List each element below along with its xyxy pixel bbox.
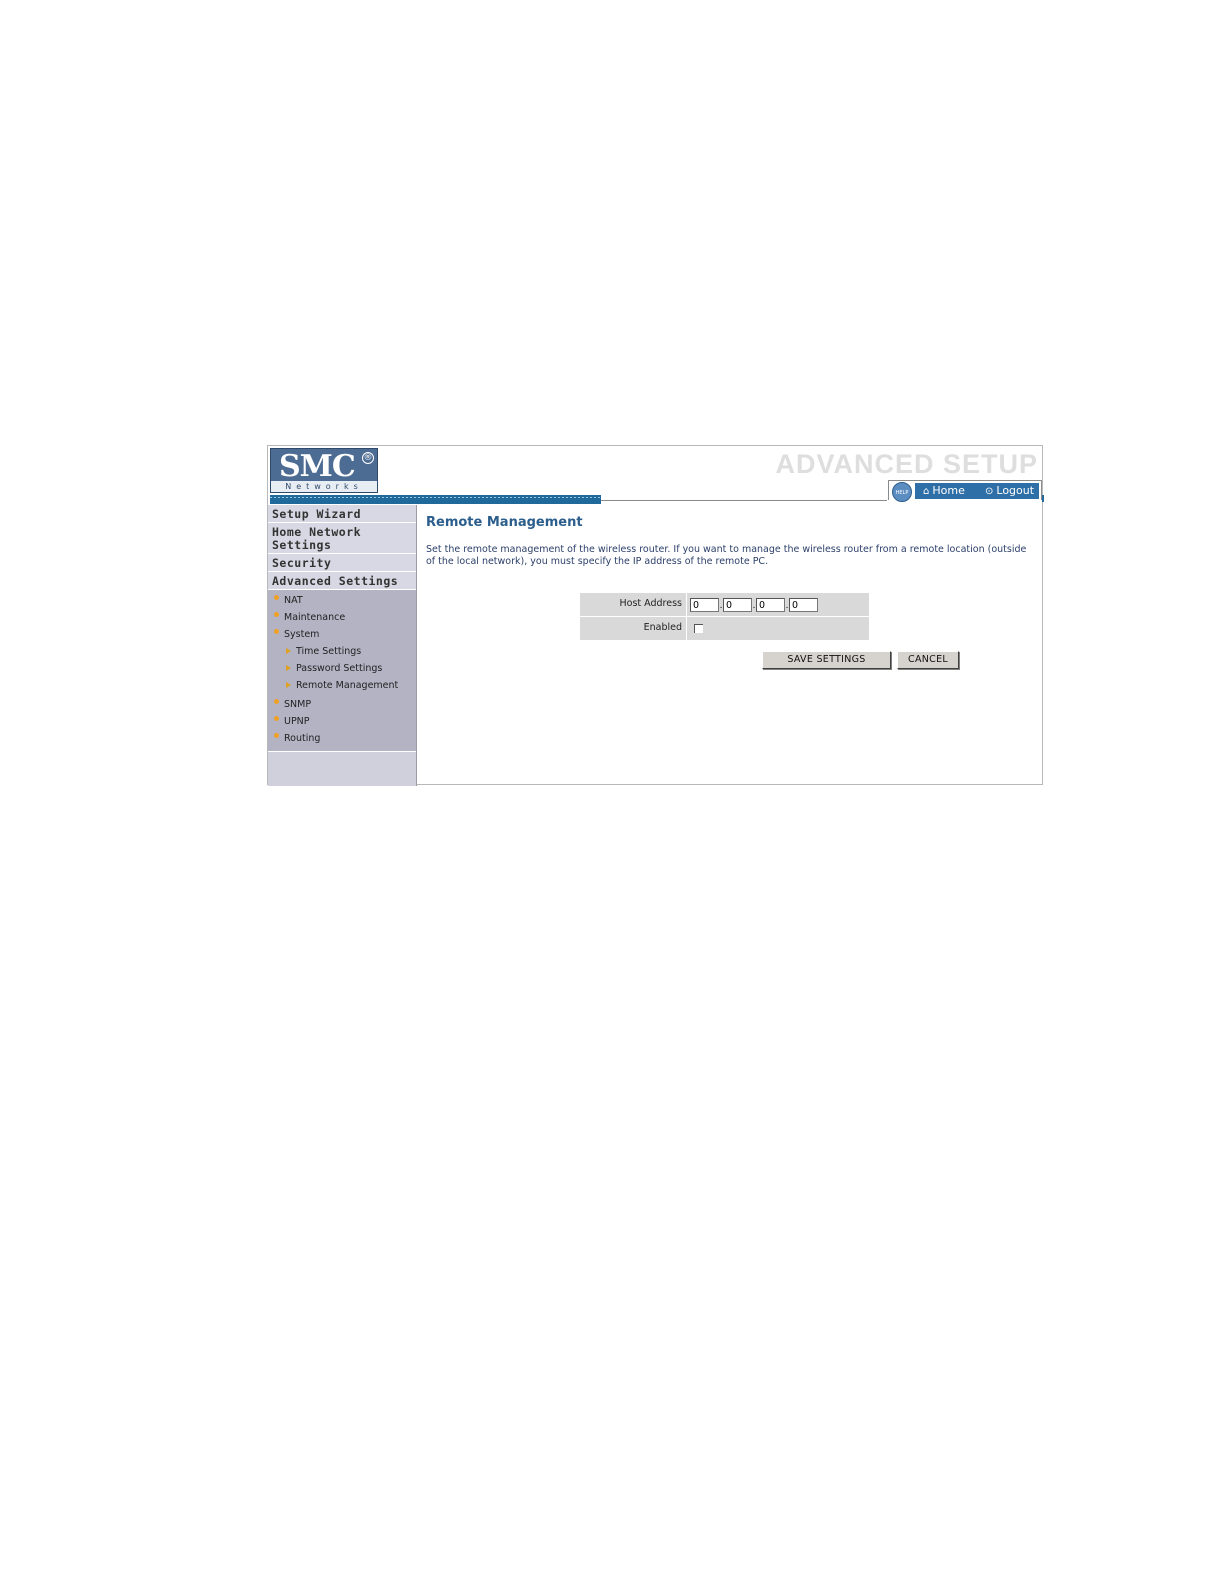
bullet-icon [274, 612, 279, 617]
sidebar-item-label: Routing [284, 733, 321, 744]
sidebar-item-routing[interactable]: Routing [268, 730, 416, 747]
host-address-octet-3[interactable] [756, 598, 785, 612]
sidebar-item-label: UPNP [284, 716, 310, 727]
sidebar-item-upnp[interactable]: UPNP [268, 713, 416, 730]
bullet-icon [274, 733, 279, 738]
logout-icon: ⊙ [985, 486, 994, 497]
page-header-title: ADVANCED SETUP [775, 449, 1038, 479]
bullet-icon [274, 716, 279, 721]
home-icon: ⌂ [923, 486, 930, 497]
router-admin-window: SMC ® Networks ADVANCED SETUP HELP ⌂ Home… [267, 445, 1044, 786]
triangle-right-icon [286, 682, 291, 688]
host-address-label: Host Address [580, 593, 687, 616]
page-description: Set the remote management of the wireles… [426, 544, 1027, 567]
sidebar-item-setup-wizard[interactable]: Setup Wizard [268, 505, 416, 523]
host-address-octet-1[interactable] [690, 598, 719, 612]
triangle-right-icon [286, 648, 291, 654]
logo-subtitle: Networks [271, 481, 377, 492]
host-address-row: Host Address . . . [580, 593, 869, 616]
home-label: Home [932, 484, 965, 497]
sidebar-item-time-settings[interactable]: Time Settings [268, 643, 416, 660]
sidebar-item-security[interactable]: Security [268, 554, 416, 572]
sidebar-item-home-network-settings[interactable]: Home Network Settings [268, 523, 416, 554]
remote-management-form: Host Address . . . Enabled [580, 593, 869, 640]
top-nav-bar: ⌂ Home ⊙ Logout [915, 483, 1039, 499]
bullet-icon [274, 595, 279, 600]
sidebar-item-advanced-settings[interactable]: Advanced Settings [268, 572, 416, 590]
home-link[interactable]: ⌂ Home [923, 483, 965, 499]
sidebar-item-system[interactable]: System [268, 626, 416, 643]
top-nav: HELP ⌂ Home ⊙ Logout [888, 480, 1042, 502]
logout-label: Logout [996, 484, 1035, 497]
sidebar-item-nat[interactable]: NAT [268, 592, 416, 609]
advanced-settings-submenu: NAT Maintenance System Time Settings Pas… [268, 590, 416, 752]
sidebar-item-label: Password Settings [296, 663, 383, 674]
save-settings-button[interactable]: SAVE SETTINGS [762, 651, 891, 669]
host-address-octet-4[interactable] [789, 598, 818, 612]
logout-link[interactable]: ⊙ Logout [985, 483, 1034, 499]
registered-mark: ® [362, 452, 374, 464]
header-divider [601, 500, 887, 501]
logo-brand: SMC [279, 449, 356, 484]
cancel-button[interactable]: CANCEL [897, 651, 959, 669]
sidebar-item-label: SNMP [284, 699, 312, 710]
host-address-fields: . . . [690, 596, 818, 612]
bullet-icon [274, 699, 279, 704]
sidebar-item-label: NAT [284, 595, 303, 606]
sidebar-item-label: System [284, 629, 320, 640]
help-icon[interactable]: HELP [892, 482, 912, 502]
enabled-row: Enabled [580, 616, 869, 640]
bullet-icon [274, 629, 279, 634]
host-address-octet-2[interactable] [723, 598, 752, 612]
header-accent-bar [270, 495, 601, 504]
page-title: Remote Management [426, 515, 583, 530]
sidebar-item-label: Remote Management [296, 680, 399, 691]
smc-logo: SMC ® Networks [270, 448, 378, 493]
enabled-label: Enabled [580, 617, 687, 640]
sidebar-item-password-settings[interactable]: Password Settings [268, 660, 416, 677]
header-accent-tail [1042, 495, 1044, 502]
sidebar-item-snmp[interactable]: SNMP [268, 696, 416, 713]
main-content: Remote Management Set the remote managem… [417, 505, 1042, 784]
enabled-checkbox[interactable] [694, 624, 703, 633]
sidebar-item-label: Maintenance [284, 612, 346, 623]
sidebar-item-remote-management[interactable]: Remote Management [268, 677, 416, 694]
sidebar-item-label: Time Settings [296, 646, 362, 657]
sidebar-item-maintenance[interactable]: Maintenance [268, 609, 416, 626]
triangle-right-icon [286, 665, 291, 671]
sidebar: Setup Wizard Home Network Settings Secur… [268, 505, 417, 786]
